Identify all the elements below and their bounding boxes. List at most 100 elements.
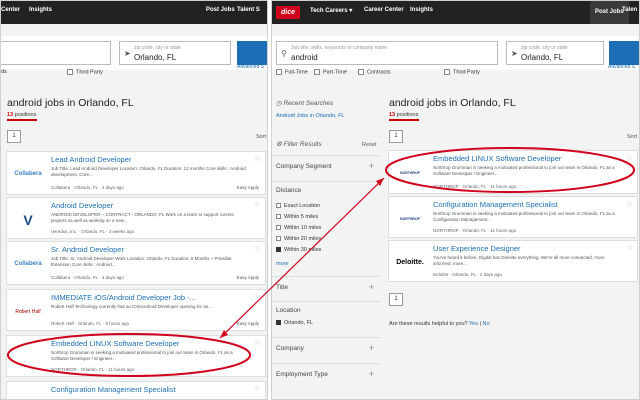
job-meta: Robert Half · Orlando, FL · 9 hours ago (51, 321, 130, 326)
job-meta: Veredus, Inc. · Orlando, FL · 3 weeks ag… (51, 229, 135, 234)
job-card[interactable]: Deloitte. User Experience Designer You'v… (388, 240, 638, 282)
star-icon[interactable]: ☆ (254, 292, 261, 301)
advanced-search-link[interactable]: Advanced S (608, 64, 635, 70)
distance-option[interactable]: Within 10 miles (276, 225, 321, 231)
job-title[interactable]: Embedded LINUX Software Developer (433, 154, 561, 163)
job-card-highlighted[interactable]: Embedded LINUX Software Developer Northr… (6, 335, 266, 377)
filter-label: Contracts (367, 69, 391, 76)
recent-search-link[interactable]: Android Jobs in Orlando, FL (276, 113, 344, 119)
location-field[interactable]: ➤ zip code, city or state Orlando, FL (119, 41, 231, 65)
distance-option[interactable]: Within 5 miles (276, 214, 318, 220)
job-card[interactable]: V Android Developer ANDROID DEVELOPER – … (6, 197, 266, 239)
page-button-1-bottom[interactable]: 1 (389, 293, 403, 306)
nav-talent[interactable]: Talent S (237, 7, 260, 13)
helpful-yes-link[interactable]: Yes (469, 321, 478, 327)
job-company[interactable]: Collabera (51, 275, 70, 280)
nav-tech-careers[interactable]: Tech Careers ▾ (310, 7, 352, 14)
helpful-no-link[interactable]: No (483, 321, 490, 327)
filter-label: Company Segment (276, 163, 332, 170)
reset-link[interactable]: Reset (362, 142, 376, 148)
location-field[interactable]: ➤ zip code, city or state Orlando, FL (506, 41, 604, 65)
filter-checkbox-third-party[interactable]: Third Party (444, 69, 480, 75)
sort-label[interactable]: Sort (256, 134, 266, 140)
filter-label: Distance (276, 187, 302, 194)
job-card[interactable]: Configuration Management Specialist ☆ (6, 381, 266, 399)
filter-company[interactable]: Company + (272, 337, 380, 359)
job-card[interactable]: NORTHROP GRUMMAN Configuration Managemen… (388, 196, 638, 238)
job-title[interactable]: Configuration Management Specialist (51, 385, 176, 394)
filter-title[interactable]: Title + (272, 276, 380, 298)
filter-distance[interactable]: Distance (272, 181, 380, 197)
location-arrow-icon: ➤ (511, 49, 518, 58)
job-company[interactable]: Deloitte (433, 272, 448, 277)
job-company[interactable]: NORTHROP (433, 184, 459, 189)
star-icon[interactable]: ☆ (626, 243, 633, 252)
page-button-1[interactable]: 1 (7, 130, 21, 143)
filter-company-segment[interactable]: Company Segment + (272, 155, 380, 177)
job-card[interactable]: Collabera Lead Android Developer Job Tit… (6, 151, 266, 195)
star-icon[interactable]: ☆ (254, 154, 261, 163)
nav-insights[interactable]: Insights (29, 7, 52, 13)
distance-option[interactable]: Within 20 miles (276, 236, 321, 242)
search-button[interactable] (609, 41, 639, 65)
distance-option[interactable]: Exact Location (276, 203, 320, 209)
filter-icon: ⚙ (276, 141, 282, 148)
job-title[interactable]: Configuration Management Specialist (433, 200, 558, 209)
more-link[interactable]: more (276, 261, 289, 267)
job-card-highlighted[interactable]: NORTHROP GRUMMAN Embedded LINUX Software… (388, 150, 638, 194)
filter-checkbox-third-party[interactable]: Third Party (67, 69, 103, 75)
filter-label: Company (276, 345, 304, 352)
job-title[interactable]: Sr. Android Developer (51, 245, 124, 254)
company-logo: NORTHROP GRUMMAN (399, 171, 421, 175)
nav-talent[interactable]: Talen (622, 7, 637, 13)
job-company[interactable]: Robert Half (51, 321, 74, 326)
star-icon[interactable]: ☆ (254, 244, 261, 253)
advanced-search-link[interactable]: Advanced S (237, 64, 264, 70)
nav-career-center[interactable]: Career Center (364, 7, 404, 13)
filter-label: Part-Time (323, 69, 347, 76)
star-icon[interactable]: ☆ (254, 384, 261, 393)
job-title[interactable]: IMMEDIATE iOS/Android Developer Job -... (51, 293, 196, 302)
nav-post-jobs[interactable]: Post Jobs (206, 7, 235, 13)
job-age: 4 days ago (101, 185, 124, 190)
job-card[interactable]: Robert Half IMMEDIATE iOS/Android Develo… (6, 289, 266, 331)
job-company[interactable]: NORTHROP (51, 367, 77, 372)
job-meta: NORTHROP · Orlando, FL · 11 hours ago (433, 228, 517, 233)
right-browser-panel: dice Tech Careers ▾ Career Center Insigh… (271, 0, 640, 400)
star-icon[interactable]: ☆ (254, 200, 261, 209)
job-card[interactable]: Collabera Sr. Android Developer Job Titl… (6, 241, 266, 285)
filter-results-label: Filter Results (283, 141, 322, 148)
filter-checkbox-contracts[interactable]: Contracts (358, 69, 391, 75)
filter-checkbox-part-time[interactable]: Part-Time (314, 69, 347, 75)
location-option-selected[interactable]: Orlando, FL (276, 320, 313, 326)
filter-checkbox-ds[interactable]: ds (1, 69, 7, 75)
job-age: 11 hours ago (490, 184, 517, 189)
keyword-field[interactable] (1, 41, 111, 65)
search-button[interactable] (237, 41, 267, 65)
distance-option-selected[interactable]: Within 30 miles (276, 247, 321, 253)
job-title[interactable]: Lead Android Developer (51, 155, 131, 164)
star-icon[interactable]: ☆ (626, 199, 633, 208)
keyword-field[interactable]: ⚲ Job title, skills, keywords or company… (276, 41, 498, 65)
dice-logo[interactable]: dice (276, 6, 300, 19)
sort-label[interactable]: Sort (627, 134, 637, 140)
job-title[interactable]: Android Developer (51, 201, 113, 210)
nav-insights[interactable]: Insights (410, 7, 433, 13)
job-meta: NORTHROP · Orlando, FL · 11 hours ago (433, 184, 517, 189)
page-button-1[interactable]: 1 (389, 130, 403, 143)
job-description: Job Title: Lead Android Developer Locati… (51, 166, 246, 177)
job-age: 2 days ago (479, 272, 502, 277)
star-icon[interactable]: ☆ (626, 153, 633, 162)
nav-career-center[interactable]: Center (1, 7, 20, 13)
filter-employment-type[interactable]: Employment Type + (272, 363, 380, 385)
star-icon[interactable]: ☆ (254, 338, 261, 347)
job-company[interactable]: Veredus, Inc. (51, 229, 77, 234)
job-company[interactable]: NORTHROP (433, 228, 459, 233)
job-title[interactable]: Embedded LINUX Software Developer (51, 339, 179, 348)
job-title[interactable]: User Experience Designer (433, 244, 521, 253)
job-description: ANDROID DEVELOPER – CONTRACT - ORLANDO, … (51, 212, 234, 223)
job-company[interactable]: Collabera (51, 185, 70, 190)
filter-location[interactable]: Location (272, 301, 380, 317)
filter-checkbox-full-time[interactable]: Full-Time (276, 69, 308, 75)
job-description: Northrop Grumman is seeking a motivated … (51, 350, 233, 361)
